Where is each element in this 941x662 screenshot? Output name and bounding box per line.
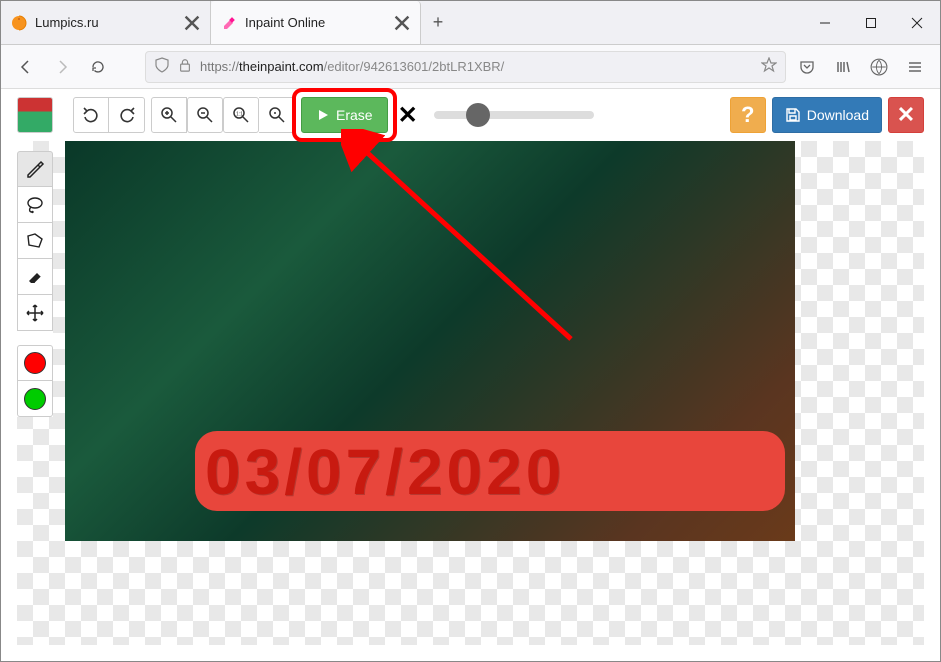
redo-button[interactable] (109, 97, 145, 133)
lock-icon[interactable] (178, 58, 192, 75)
tab-close-icon[interactable] (184, 15, 200, 31)
forward-button[interactable] (47, 52, 77, 82)
brush-size-slider[interactable] (434, 111, 594, 119)
back-button[interactable] (11, 52, 41, 82)
help-button[interactable]: ? (730, 97, 766, 133)
erase-button[interactable]: Erase (301, 97, 388, 133)
mask-color-remove[interactable] (17, 345, 53, 381)
tab-title: Lumpics.ru (35, 15, 176, 30)
library-icon[interactable] (828, 52, 858, 82)
mask-color-keep[interactable] (17, 381, 53, 417)
url-input[interactable]: https://theinpaint.com/editor/942613601/… (145, 51, 786, 83)
zoom-fit-button[interactable] (259, 97, 295, 133)
zoom-in-button[interactable] (151, 97, 187, 133)
editing-image[interactable]: 03/07/2020 (65, 141, 795, 541)
polygon-tool[interactable] (17, 223, 53, 259)
reload-button[interactable] (83, 52, 113, 82)
zoom-actual-button[interactable]: 1:1 (223, 97, 259, 133)
slider-thumb[interactable] (466, 103, 490, 127)
erase-button-label: Erase (336, 107, 373, 123)
clear-mask-button[interactable]: ✕ (394, 101, 422, 130)
account-icon[interactable] (864, 52, 894, 82)
new-tab-button[interactable]: + (421, 1, 455, 44)
bookmark-star-icon[interactable] (761, 57, 777, 76)
shield-icon[interactable] (154, 57, 170, 76)
tab-lumpics[interactable]: Lumpics.ru (1, 1, 211, 44)
download-button[interactable]: Download (772, 97, 882, 133)
tab-close-icon[interactable] (394, 15, 410, 31)
save-icon (785, 107, 801, 123)
lasso-tool[interactable] (17, 187, 53, 223)
eraser-tool[interactable] (17, 259, 53, 295)
close-window-button[interactable] (894, 1, 940, 44)
zoom-out-button[interactable] (187, 97, 223, 133)
favicon-inpaint (221, 15, 237, 31)
download-button-label: Download (807, 107, 869, 123)
app-toolbar: 1:1 Erase ✕ ? Download ✕ (17, 95, 924, 135)
svg-text:1:1: 1:1 (236, 112, 243, 118)
window-controls (802, 1, 940, 44)
move-tool[interactable] (17, 295, 53, 331)
minimize-button[interactable] (802, 1, 848, 44)
pocket-icon[interactable] (792, 52, 822, 82)
page-content: 03/07/2020 1:1 Erase (1, 89, 940, 661)
undo-button[interactable] (73, 97, 109, 133)
marker-tool[interactable] (17, 151, 53, 187)
favicon-lumpics (11, 15, 27, 31)
date-stamp-text: 03/07/2020 (205, 435, 785, 509)
play-icon (316, 108, 330, 122)
url-bar-row: https://theinpaint.com/editor/942613601/… (1, 45, 940, 89)
menu-icon[interactable] (900, 52, 930, 82)
browser-window: Lumpics.ru Inpaint Online + (0, 0, 941, 662)
app-logo[interactable] (17, 97, 53, 133)
url-text: https://theinpaint.com/editor/942613601/… (200, 59, 753, 74)
cancel-button[interactable]: ✕ (888, 97, 924, 133)
side-toolbar (17, 151, 53, 417)
tab-title: Inpaint Online (245, 15, 386, 30)
canvas-area[interactable]: 03/07/2020 (17, 141, 924, 645)
maximize-button[interactable] (848, 1, 894, 44)
titlebar: Lumpics.ru Inpaint Online + (1, 1, 940, 45)
tab-inpaint[interactable]: Inpaint Online (211, 1, 421, 44)
